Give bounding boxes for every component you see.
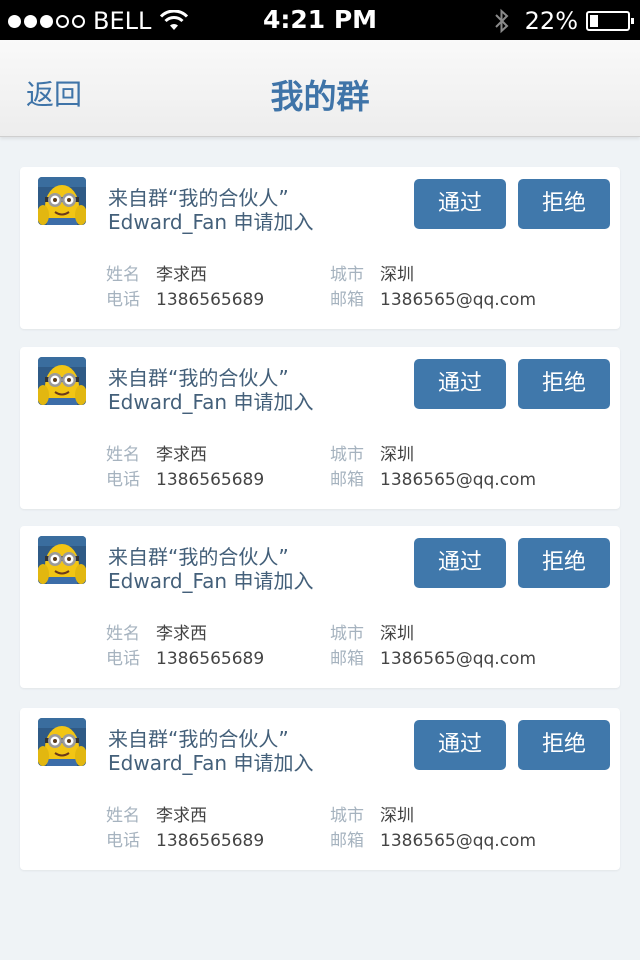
- group-source-text: 来自群“我的合伙人”: [108, 727, 289, 751]
- group-avatar: [38, 718, 86, 766]
- city-label: 城市: [330, 806, 364, 826]
- approve-button[interactable]: 通过: [414, 538, 506, 588]
- request-text: Edward_Fan 申请加入: [108, 751, 314, 775]
- status-bar: BELL 4:21 PM 22%: [0, 0, 640, 40]
- phone-label: 电话: [106, 290, 140, 310]
- city-row: 城市 深圳: [330, 804, 536, 829]
- phone-row: 电话 1386565689: [106, 468, 264, 493]
- city-value: 深圳: [380, 265, 414, 285]
- applicant-info-left: 姓名 李求西 电话 1386565689: [106, 622, 264, 672]
- status-bar-right: 22%: [493, 7, 634, 35]
- join-request-card: 来自群“我的合伙人” Edward_Fan 申请加入 通过 拒绝 姓名 李求西 …: [20, 526, 620, 688]
- phone-row: 电话 1386565689: [106, 288, 264, 313]
- applicant-info-right: 城市 深圳 邮箱 1386565@qq.com: [330, 443, 536, 493]
- applicant-info-left: 姓名 李求西 电话 1386565689: [106, 443, 264, 493]
- city-value: 深圳: [380, 445, 414, 465]
- minion-avatar-icon: [38, 177, 86, 225]
- bluetooth-icon: [494, 8, 509, 34]
- city-row: 城市 深圳: [330, 443, 536, 468]
- minion-avatar-icon: [38, 718, 86, 766]
- group-avatar: [38, 536, 86, 584]
- request-title: 来自群“我的合伙人” Edward_Fan 申请加入: [108, 545, 313, 593]
- group-source-text: 来自群“我的合伙人”: [108, 366, 289, 390]
- reject-button[interactable]: 拒绝: [518, 179, 610, 229]
- battery-icon: [586, 11, 634, 31]
- join-request-card: 来自群“我的合伙人” Edward_Fan 申请加入 通过 拒绝 姓名 李求西 …: [20, 708, 620, 870]
- group-source-text: 来自群“我的合伙人”: [108, 545, 289, 569]
- applicant-info-left: 姓名 李求西 电话 1386565689: [106, 263, 264, 313]
- applicant-info-left: 姓名 李求西 电话 1386565689: [106, 804, 264, 854]
- phone-value: 1386565689: [156, 470, 265, 490]
- minion-avatar-icon: [38, 536, 86, 584]
- email-value: 1386565@qq.com: [380, 649, 537, 669]
- email-value: 1386565@qq.com: [380, 831, 537, 851]
- join-request-card: 来自群“我的合伙人” Edward_Fan 申请加入 通过 拒绝 姓名 李求西 …: [20, 167, 620, 329]
- city-label: 城市: [330, 445, 364, 465]
- phone-label: 电话: [106, 470, 140, 490]
- email-value: 1386565@qq.com: [380, 470, 537, 490]
- reject-button[interactable]: 拒绝: [518, 359, 610, 409]
- email-label: 邮箱: [330, 290, 364, 310]
- name-value: 李求西: [156, 624, 207, 644]
- request-text: Edward_Fan 申请加入: [108, 569, 314, 593]
- phone-value: 1386565689: [156, 831, 265, 851]
- phone-label: 电话: [106, 649, 140, 669]
- applicant-info-right: 城市 深圳 邮箱 1386565@qq.com: [330, 622, 536, 672]
- page-title: 我的群: [270, 77, 370, 116]
- city-value: 深圳: [380, 624, 414, 644]
- approve-button[interactable]: 通过: [414, 179, 506, 229]
- name-label: 姓名: [106, 445, 140, 465]
- email-row: 邮箱 1386565@qq.com: [330, 468, 536, 493]
- name-row: 姓名 李求西: [106, 263, 264, 288]
- city-row: 城市 深圳: [330, 622, 536, 647]
- applicant-info-right: 城市 深圳 邮箱 1386565@qq.com: [330, 263, 536, 313]
- back-button[interactable]: 返回: [26, 73, 82, 113]
- name-row: 姓名 李求西: [106, 804, 264, 829]
- approve-button[interactable]: 通过: [414, 359, 506, 409]
- city-row: 城市 深圳: [330, 263, 536, 288]
- request-title: 来自群“我的合伙人” Edward_Fan 申请加入: [108, 727, 313, 775]
- email-row: 邮箱 1386565@qq.com: [330, 647, 536, 672]
- reject-button[interactable]: 拒绝: [518, 720, 610, 770]
- email-row: 邮箱 1386565@qq.com: [330, 288, 536, 313]
- city-label: 城市: [330, 265, 364, 285]
- name-value: 李求西: [156, 806, 207, 826]
- phone-row: 电话 1386565689: [106, 647, 264, 672]
- name-value: 李求西: [156, 445, 207, 465]
- email-value: 1386565@qq.com: [380, 290, 537, 310]
- join-request-card: 来自群“我的合伙人” Edward_Fan 申请加入 通过 拒绝 姓名 李求西 …: [20, 347, 620, 509]
- name-row: 姓名 李求西: [106, 622, 264, 647]
- group-avatar: [38, 357, 86, 405]
- city-label: 城市: [330, 624, 364, 644]
- email-label: 邮箱: [330, 470, 364, 490]
- city-value: 深圳: [380, 806, 414, 826]
- name-value: 李求西: [156, 265, 207, 285]
- group-avatar: [38, 177, 86, 225]
- phone-value: 1386565689: [156, 290, 265, 310]
- name-label: 姓名: [106, 265, 140, 285]
- name-label: 姓名: [106, 806, 140, 826]
- battery-percent: 22%: [524, 7, 578, 35]
- request-title: 来自群“我的合伙人” Edward_Fan 申请加入: [108, 366, 313, 414]
- battery-cap: [631, 18, 634, 24]
- applicant-info-right: 城市 深圳 邮箱 1386565@qq.com: [330, 804, 536, 854]
- battery-fill: [590, 15, 598, 27]
- email-label: 邮箱: [330, 649, 364, 669]
- name-row: 姓名 李求西: [106, 443, 264, 468]
- phone-row: 电话 1386565689: [106, 829, 264, 854]
- phone-label: 电话: [106, 831, 140, 851]
- request-text: Edward_Fan 申请加入: [108, 210, 314, 234]
- email-row: 邮箱 1386565@qq.com: [330, 829, 536, 854]
- minion-avatar-icon: [38, 357, 86, 405]
- group-source-text: 来自群“我的合伙人”: [108, 186, 289, 210]
- request-title: 来自群“我的合伙人” Edward_Fan 申请加入: [108, 186, 313, 234]
- email-label: 邮箱: [330, 831, 364, 851]
- navigation-bar: 返回 我的群: [0, 40, 640, 137]
- request-text: Edward_Fan 申请加入: [108, 390, 314, 414]
- approve-button[interactable]: 通过: [414, 720, 506, 770]
- reject-button[interactable]: 拒绝: [518, 538, 610, 588]
- phone-value: 1386565689: [156, 649, 265, 669]
- name-label: 姓名: [106, 624, 140, 644]
